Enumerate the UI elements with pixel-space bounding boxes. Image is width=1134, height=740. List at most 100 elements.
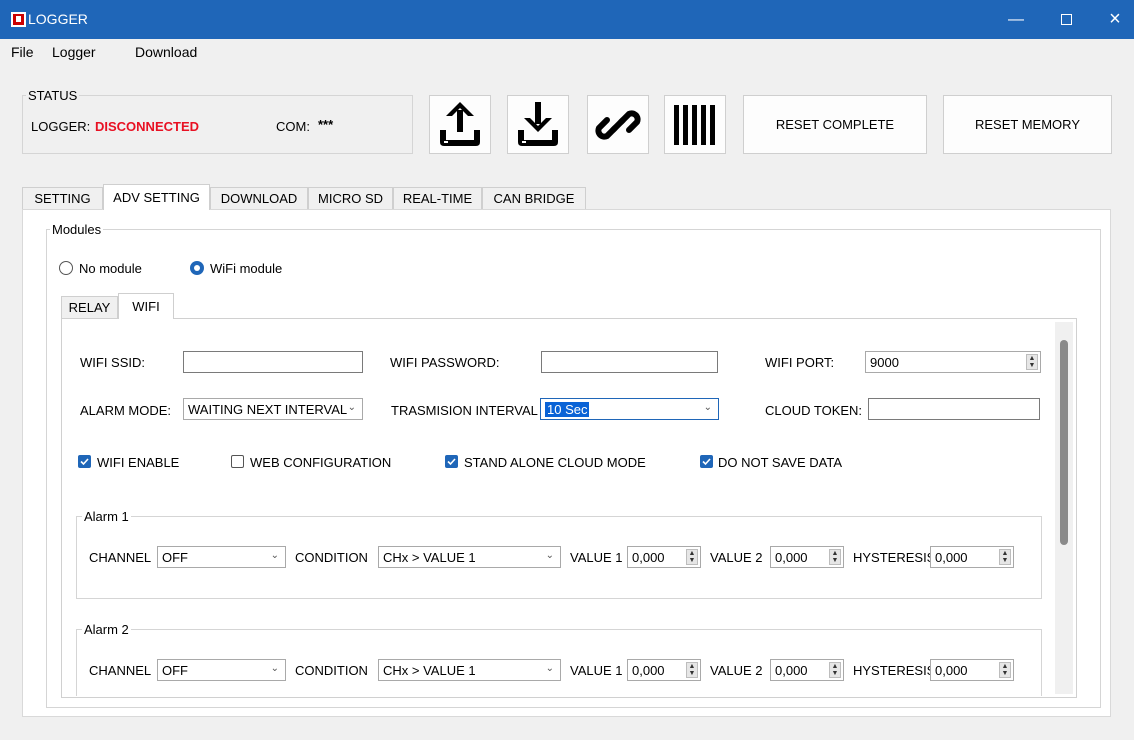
close-button[interactable]: × — [1092, 0, 1134, 39]
cloud-token-label: CLOUD TOKEN: — [765, 403, 863, 418]
alarm-1-hyst: 0,000 — [935, 549, 968, 565]
alarm-2-condition-select[interactable]: CHx > VALUE 1 ⌄ — [378, 659, 561, 681]
download-button[interactable] — [507, 95, 569, 154]
maximize-button[interactable] — [1043, 0, 1089, 39]
web-config-checkbox[interactable] — [231, 455, 244, 468]
alarm-2-channel-select[interactable]: OFF ⌄ — [157, 659, 286, 681]
wifi-module-radio[interactable] — [190, 261, 204, 275]
wifi-password-label: WIFI PASSWORD: — [390, 355, 500, 370]
alarm-1-channel-select[interactable]: OFF ⌄ — [157, 546, 286, 568]
tab-real-time[interactable]: REAL-TIME — [393, 187, 482, 209]
minimize-button[interactable]: — — [993, 0, 1039, 39]
alarm-1-channel-value: OFF — [162, 549, 188, 565]
spin-arrows-icon[interactable]: ▲ ▼ — [999, 662, 1011, 678]
subtab-relay[interactable]: RELAY — [61, 296, 118, 318]
alarm-2-value2-label: VALUE 2 — [710, 663, 763, 678]
menu-logger[interactable]: Logger — [52, 44, 96, 60]
no-module-label: No module — [79, 261, 142, 276]
alarm-1-value1-label: VALUE 1 — [570, 550, 623, 565]
standalone-checkbox[interactable] — [445, 455, 458, 468]
status-title: STATUS — [26, 88, 80, 103]
tab-download[interactable]: DOWNLOAD — [210, 187, 308, 209]
spin-arrows-icon[interactable]: ▲ ▼ — [686, 662, 698, 678]
alarm-2-value1-label: VALUE 1 — [570, 663, 623, 678]
interval-label: TRASMISION INTERVAL — [391, 403, 538, 418]
upload-icon — [440, 101, 480, 146]
alarm-1-value2: 0,000 — [775, 549, 808, 565]
alarm-2-title: Alarm 2 — [82, 622, 131, 637]
tab-micro-sd[interactable]: MICRO SD — [308, 187, 393, 209]
no-save-checkbox[interactable] — [700, 455, 713, 468]
vertical-scrollbar[interactable] — [1055, 322, 1073, 694]
scrollbar-thumb[interactable] — [1060, 340, 1068, 545]
upload-button[interactable] — [429, 95, 491, 154]
alarm-2-hyst: 0,000 — [935, 662, 968, 678]
menu-download[interactable]: Download — [135, 44, 197, 60]
alarm-2-value1-stepper[interactable]: 0,000 ▲ ▼ — [627, 659, 701, 681]
spin-arrows-icon[interactable]: ▲ ▼ — [829, 549, 841, 565]
tab-setting[interactable]: SETTING — [22, 187, 103, 209]
connect-button[interactable] — [587, 95, 649, 154]
chevron-down-icon: ⌄ — [270, 663, 279, 674]
wifi-password-input[interactable] — [541, 351, 718, 373]
wifi-enable-checkbox[interactable] — [78, 455, 91, 468]
barcode-icon — [674, 104, 715, 145]
check-icon — [80, 458, 89, 466]
chevron-down-icon: ⌄ — [347, 402, 356, 413]
alarm-1-condition-value: CHx > VALUE 1 — [383, 549, 476, 565]
alarm-1-value1: 0,000 — [632, 549, 665, 565]
chevron-down-icon: ⌄ — [703, 402, 712, 413]
alarm-1-hyst-label: HYSTERESIS — [853, 550, 936, 565]
alarm-2-value2-stepper[interactable]: 0,000 ▲ ▼ — [770, 659, 844, 681]
interval-select[interactable]: 10 Sec ⌄ — [540, 398, 719, 420]
tab-can-bridge[interactable]: CAN BRIDGE — [482, 187, 586, 209]
alarm-1-channel-label: CHANNEL — [89, 550, 152, 565]
tab-adv-setting[interactable]: ADV SETTING — [103, 184, 210, 210]
spin-arrows-icon[interactable]: ▲ ▼ — [1026, 354, 1038, 370]
alarm-2-hyst-label: HYSTERESIS — [853, 663, 936, 678]
spin-arrows-icon[interactable]: ▲ ▼ — [999, 549, 1011, 565]
com-label: COM: — [276, 119, 310, 134]
wifi-enable-label: WIFI ENABLE — [97, 455, 180, 470]
alarm-2-condition-value: CHx > VALUE 1 — [383, 662, 476, 678]
download-icon — [518, 101, 558, 146]
alarm-2-condition-label: CONDITION — [295, 663, 368, 678]
wifi-port-value: 9000 — [870, 354, 899, 370]
spin-arrows-icon[interactable]: ▲ ▼ — [686, 549, 698, 565]
spin-arrows-icon[interactable]: ▲ ▼ — [829, 662, 841, 678]
window-title: LOGGER — [28, 11, 88, 27]
alarm-2-channel-value: OFF — [162, 662, 188, 678]
alarm-1-hyst-stepper[interactable]: 0,000 ▲ ▼ — [930, 546, 1014, 568]
wifi-ssid-input[interactable] — [183, 351, 363, 373]
alarm-mode-select[interactable]: WAITING NEXT INTERVAL ⌄ — [183, 398, 363, 420]
alarm-1-value2-label: VALUE 2 — [710, 550, 763, 565]
reset-complete-button[interactable]: RESET COMPLETE — [743, 95, 927, 154]
link-icon — [595, 109, 641, 140]
alarm-2-hyst-stepper[interactable]: 0,000 ▲ ▼ — [930, 659, 1014, 681]
alarm-mode-value: WAITING NEXT INTERVAL — [188, 401, 348, 417]
standalone-label: STAND ALONE CLOUD MODE — [464, 455, 646, 470]
menu-file[interactable]: File — [11, 44, 34, 60]
com-value: *** — [318, 117, 334, 132]
alarm-1-value2-stepper[interactable]: 0,000 ▲ ▼ — [770, 546, 844, 568]
wifi-port-label: WIFI PORT: — [765, 355, 835, 370]
alarm-mode-label: ALARM MODE: — [80, 403, 172, 418]
logger-label: LOGGER: — [31, 119, 91, 134]
reset-memory-button[interactable]: RESET MEMORY — [943, 95, 1112, 154]
alarm-2-value2: 0,000 — [775, 662, 808, 678]
modules-title: Modules — [50, 222, 104, 237]
barcode-button[interactable] — [664, 95, 726, 154]
title-bar: LOGGER — × — [0, 0, 1134, 39]
alarm-1-title: Alarm 1 — [82, 509, 131, 524]
no-module-radio[interactable] — [59, 261, 73, 275]
check-icon — [447, 458, 456, 466]
wifi-module-label: WiFi module — [210, 261, 283, 276]
check-icon — [702, 458, 711, 466]
alarm-1-value1-stepper[interactable]: 0,000 ▲ ▼ — [627, 546, 701, 568]
wifi-port-stepper[interactable]: 9000 ▲ ▼ — [865, 351, 1041, 373]
alarm-1-condition-select[interactable]: CHx > VALUE 1 ⌄ — [378, 546, 561, 568]
chevron-down-icon: ⌄ — [270, 550, 279, 561]
no-save-label: DO NOT SAVE DATA — [718, 455, 843, 470]
cloud-token-input[interactable] — [868, 398, 1040, 420]
subtab-wifi[interactable]: WIFI — [118, 293, 174, 319]
